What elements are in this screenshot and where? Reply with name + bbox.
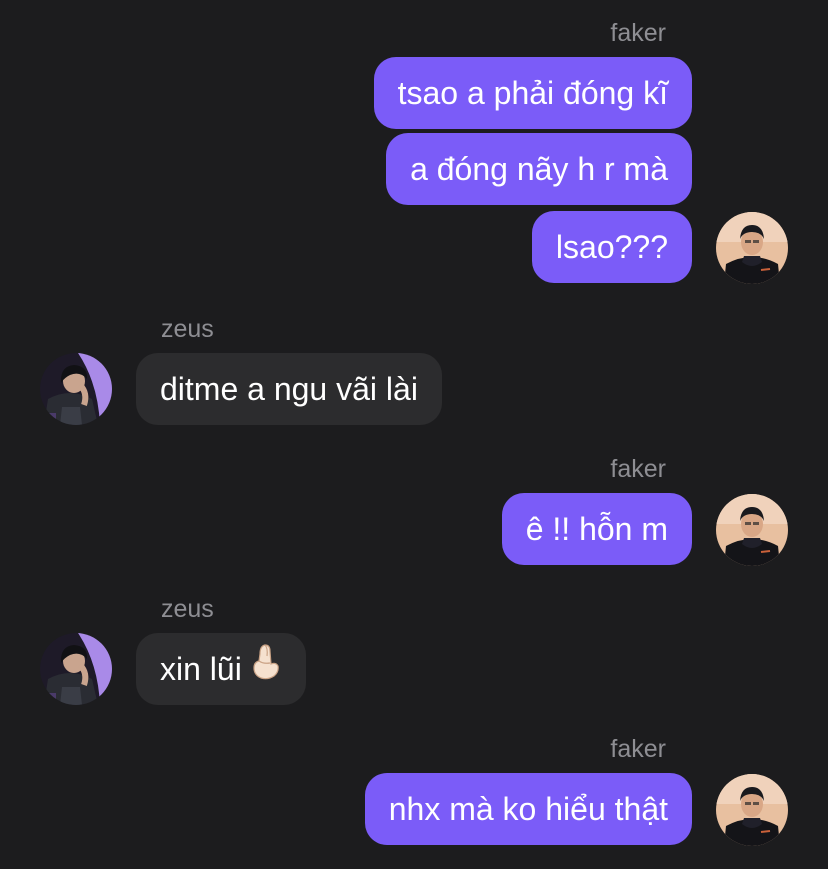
pinched-fingers-emoji: [248, 633, 282, 705]
message-bubble-outgoing[interactable]: tsao a phải đóng kĩ: [373, 57, 692, 129]
sender-name-faker: faker: [610, 735, 666, 763]
message-bubble-incoming[interactable]: xin lũi: [136, 633, 306, 705]
message-bubble-incoming[interactable]: ditme a ngu vãi lài: [136, 353, 442, 425]
sender-name-zeus: zeus: [161, 595, 214, 623]
faker-avatar[interactable]: [716, 774, 788, 846]
message-bubble-outgoing[interactable]: lsao???: [531, 211, 692, 283]
message-bubble-outgoing[interactable]: nhx mà ko hiểu thật: [364, 773, 692, 845]
message-text: xin lũi: [160, 651, 242, 687]
sender-name-faker: faker: [610, 455, 666, 483]
chat-thread: faker tsao a phải đóng kĩ a đóng nãy h r…: [0, 0, 828, 869]
faker-avatar[interactable]: [716, 494, 788, 566]
sender-name-zeus: zeus: [161, 315, 214, 343]
faker-avatar[interactable]: [716, 212, 788, 284]
zeus-avatar[interactable]: [40, 353, 112, 425]
message-bubble-outgoing[interactable]: ê !! hỗn m: [501, 493, 692, 565]
sender-name-faker: faker: [610, 19, 666, 47]
zeus-avatar[interactable]: [40, 633, 112, 705]
message-bubble-outgoing[interactable]: a đóng nãy h r mà: [386, 133, 692, 205]
